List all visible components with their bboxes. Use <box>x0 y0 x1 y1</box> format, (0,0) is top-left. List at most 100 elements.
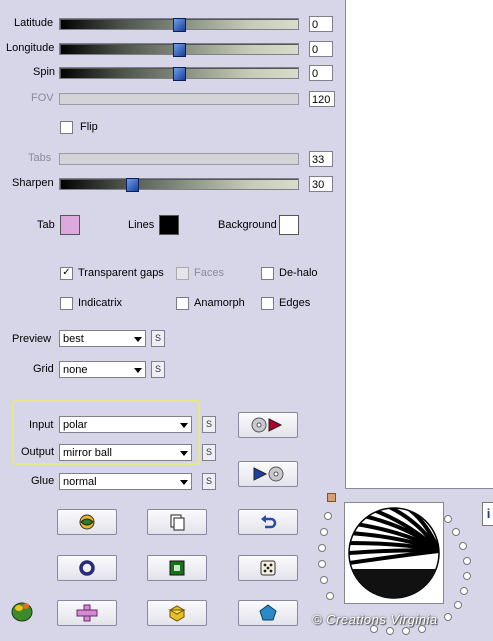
input-select[interactable]: polar <box>59 416 192 433</box>
preview-label: Preview <box>12 333 52 345</box>
frame-icon <box>169 560 185 576</box>
input-select-value: polar <box>63 419 88 431</box>
edges-checkbox[interactable] <box>261 297 274 310</box>
glue-s-button[interactable]: S <box>202 473 216 490</box>
mirror-ball-preview-icon <box>348 507 440 599</box>
lines-color-label: Lines <box>128 219 155 231</box>
bead-decoration <box>463 572 471 580</box>
bead-decoration <box>402 627 410 635</box>
spin-input[interactable]: 0 <box>309 65 333 81</box>
bead-decoration <box>386 627 394 635</box>
output-select-value: mirror ball <box>63 447 112 459</box>
sharpen-input[interactable]: 30 <box>309 176 333 192</box>
preview-select-value: best <box>63 333 84 345</box>
tabs-label: Tabs <box>28 152 52 164</box>
block-button[interactable] <box>147 600 207 626</box>
undo-icon <box>261 515 277 529</box>
disc-play-icon <box>251 417 283 433</box>
ring-button[interactable] <box>57 555 117 581</box>
tab-color-swatch[interactable] <box>60 215 80 235</box>
bead-decoration <box>320 576 328 584</box>
output-s-button[interactable]: S <box>202 444 216 461</box>
bead-decoration <box>454 601 462 609</box>
chevron-down-icon <box>134 368 142 373</box>
undo-button[interactable] <box>238 509 298 535</box>
block-icon <box>168 605 186 622</box>
fov-input[interactable]: 120 <box>309 91 335 107</box>
random-ball-button[interactable] <box>57 509 117 535</box>
play-reverse-button[interactable] <box>238 461 298 487</box>
spin-slider-thumb[interactable] <box>173 67 186 81</box>
longitude-slider[interactable] <box>59 43 299 57</box>
flip-checkbox[interactable] <box>60 121 73 134</box>
chevron-down-icon <box>180 423 188 428</box>
dice-button[interactable] <box>238 555 298 581</box>
anamorph-checkbox[interactable] <box>176 297 189 310</box>
grid-select[interactable]: none <box>59 361 146 378</box>
longitude-slider-thumb[interactable] <box>173 43 186 57</box>
faces-checkbox <box>176 267 189 280</box>
sharpen-slider[interactable] <box>59 178 299 192</box>
play-disc-icon <box>253 466 284 482</box>
transparent-gaps-checkbox[interactable]: ✓ <box>60 267 73 280</box>
output-label: Output <box>21 446 55 458</box>
transparent-gaps-label: Transparent gaps <box>78 267 164 279</box>
globe-icon <box>79 514 95 530</box>
grid-label: Grid <box>33 363 54 375</box>
preview-canvas[interactable] <box>345 0 493 489</box>
info-tab-icon[interactable]: i <box>482 502 493 526</box>
pentagon-icon <box>259 604 277 621</box>
background-color-swatch[interactable] <box>279 215 299 235</box>
grid-s-button[interactable]: S <box>151 361 165 378</box>
fov-slider <box>59 93 299 105</box>
preview-s-button[interactable]: S <box>151 330 165 347</box>
spin-label: Spin <box>33 66 56 78</box>
longitude-label: Longitude <box>6 42 55 54</box>
de-halo-checkbox[interactable] <box>261 267 274 280</box>
bead-decoration <box>326 592 334 600</box>
pentagon-button[interactable] <box>238 600 298 626</box>
tabs-input[interactable]: 33 <box>309 151 333 167</box>
dice-icon <box>260 560 276 576</box>
glue-select-value: normal <box>63 476 97 488</box>
latitude-slider[interactable] <box>59 18 299 32</box>
play-forward-button[interactable] <box>238 412 298 438</box>
ring-icon <box>79 560 95 576</box>
copy-button[interactable] <box>147 509 207 535</box>
lines-color-swatch[interactable] <box>159 215 179 235</box>
chevron-down-icon <box>180 480 188 485</box>
longitude-input[interactable]: 0 <box>309 41 333 57</box>
cross-button[interactable] <box>57 600 117 626</box>
bead-decoration <box>444 515 452 523</box>
glue-select[interactable]: normal <box>59 473 192 490</box>
input-s-button[interactable]: S <box>202 416 216 433</box>
fov-label: FOV <box>31 92 54 104</box>
sharpen-label: Sharpen <box>12 177 54 189</box>
cross-shape-icon <box>76 604 98 622</box>
output-select[interactable]: mirror ball <box>59 444 192 461</box>
sphere-thumbnail <box>344 502 444 604</box>
frame-button[interactable] <box>147 555 207 581</box>
sharpen-slider-thumb[interactable] <box>126 178 139 192</box>
chevron-down-icon <box>134 337 142 342</box>
flip-label: Flip <box>80 121 98 133</box>
anamorph-label: Anamorph <box>194 297 245 309</box>
latitude-input[interactable]: 0 <box>309 16 333 32</box>
resize-handle-icon[interactable] <box>327 493 336 502</box>
tabs-slider <box>59 153 299 165</box>
bead-decoration <box>463 557 471 565</box>
indicatrix-checkbox[interactable] <box>60 297 73 310</box>
bead-decoration <box>318 560 326 568</box>
edges-label: Edges <box>279 297 311 309</box>
preview-select[interactable]: best <box>59 330 146 347</box>
latitude-slider-thumb[interactable] <box>173 18 186 32</box>
grid-select-value: none <box>63 364 88 376</box>
background-color-label: Background <box>218 219 277 231</box>
glue-label: Glue <box>31 475 55 487</box>
spin-slider[interactable] <box>59 67 299 81</box>
tab-color-label: Tab <box>37 219 55 231</box>
faces-label: Faces <box>194 267 224 279</box>
de-halo-label: De-halo <box>279 267 318 279</box>
chevron-down-icon <box>180 451 188 456</box>
bead-decoration <box>459 542 467 550</box>
